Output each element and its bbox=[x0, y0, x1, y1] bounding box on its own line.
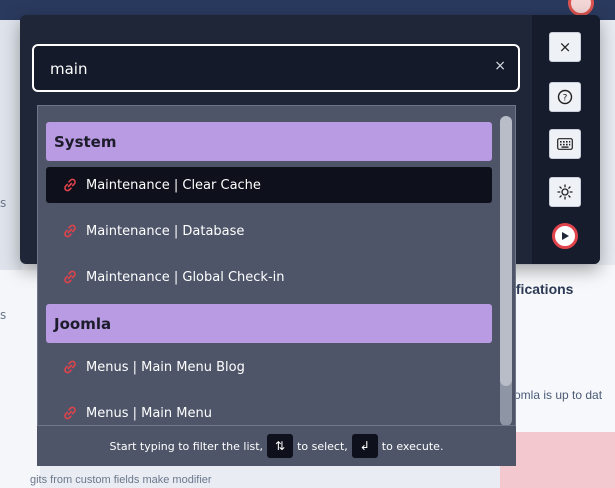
keyboard-shortcuts-button[interactable] bbox=[549, 129, 581, 159]
background-alert-panel bbox=[500, 432, 615, 488]
play-icon bbox=[562, 232, 569, 240]
arrow-keys-icon: ⇅ bbox=[267, 434, 294, 458]
result-item-label: Menus | Main Menu Blog bbox=[86, 359, 245, 375]
background-left-text: s bbox=[0, 196, 7, 210]
background-notifications-title: ifications bbox=[512, 281, 574, 297]
play-button[interactable] bbox=[552, 223, 578, 249]
help-button[interactable]: ? bbox=[549, 82, 581, 112]
result-item[interactable]: Maintenance | Database bbox=[46, 213, 492, 249]
result-item[interactable]: Maintenance | Clear Cache bbox=[46, 167, 492, 203]
background-left-panel bbox=[0, 270, 40, 488]
result-item-label: Maintenance | Global Check-in bbox=[86, 269, 285, 285]
result-item-label: Maintenance | Database bbox=[86, 223, 245, 239]
result-item[interactable]: Menus | Main Menu Blog bbox=[46, 349, 492, 385]
svg-text:?: ? bbox=[563, 94, 568, 104]
search-box: × bbox=[32, 44, 520, 92]
group-header-joomla: Joomla bbox=[46, 304, 492, 343]
clear-search-icon[interactable]: × bbox=[494, 58, 506, 74]
link-icon bbox=[64, 178, 76, 192]
scrollbar-thumb[interactable] bbox=[500, 116, 512, 386]
results-scrollbar[interactable] bbox=[500, 116, 512, 426]
link-icon bbox=[64, 406, 76, 420]
theme-toggle-button[interactable] bbox=[549, 177, 581, 207]
hint-middle: to select, bbox=[297, 439, 348, 453]
enter-key-icon: ↲ bbox=[351, 434, 378, 458]
link-icon bbox=[64, 270, 76, 284]
search-input[interactable] bbox=[48, 56, 472, 82]
result-item-label: Maintenance | Clear Cache bbox=[86, 177, 261, 193]
result-item[interactable]: Maintenance | Global Check-in bbox=[46, 259, 492, 295]
sun-icon bbox=[557, 184, 573, 200]
background-left-text-2: s bbox=[0, 308, 7, 322]
background-bottom-text: gits from custom fields make modifier bbox=[30, 474, 212, 486]
close-button[interactable]: × bbox=[549, 32, 581, 62]
group-header-system: System bbox=[46, 122, 492, 161]
link-icon bbox=[64, 224, 76, 238]
keyboard-hint: Start typing to filter the list, ⇅ to se… bbox=[37, 425, 516, 466]
results-list: System Maintenance | Clear Cache Mainten… bbox=[37, 105, 516, 466]
hint-suffix: to execute. bbox=[381, 439, 444, 453]
close-icon: × bbox=[558, 38, 572, 56]
hint-prefix: Start typing to filter the list, bbox=[109, 439, 264, 453]
keyboard-icon bbox=[557, 138, 573, 150]
link-icon bbox=[64, 360, 76, 374]
help-icon: ? bbox=[557, 89, 573, 105]
background-notifications-text: omla is up to dat bbox=[514, 388, 603, 402]
result-item-label: Menus | Main Menu bbox=[86, 405, 212, 421]
